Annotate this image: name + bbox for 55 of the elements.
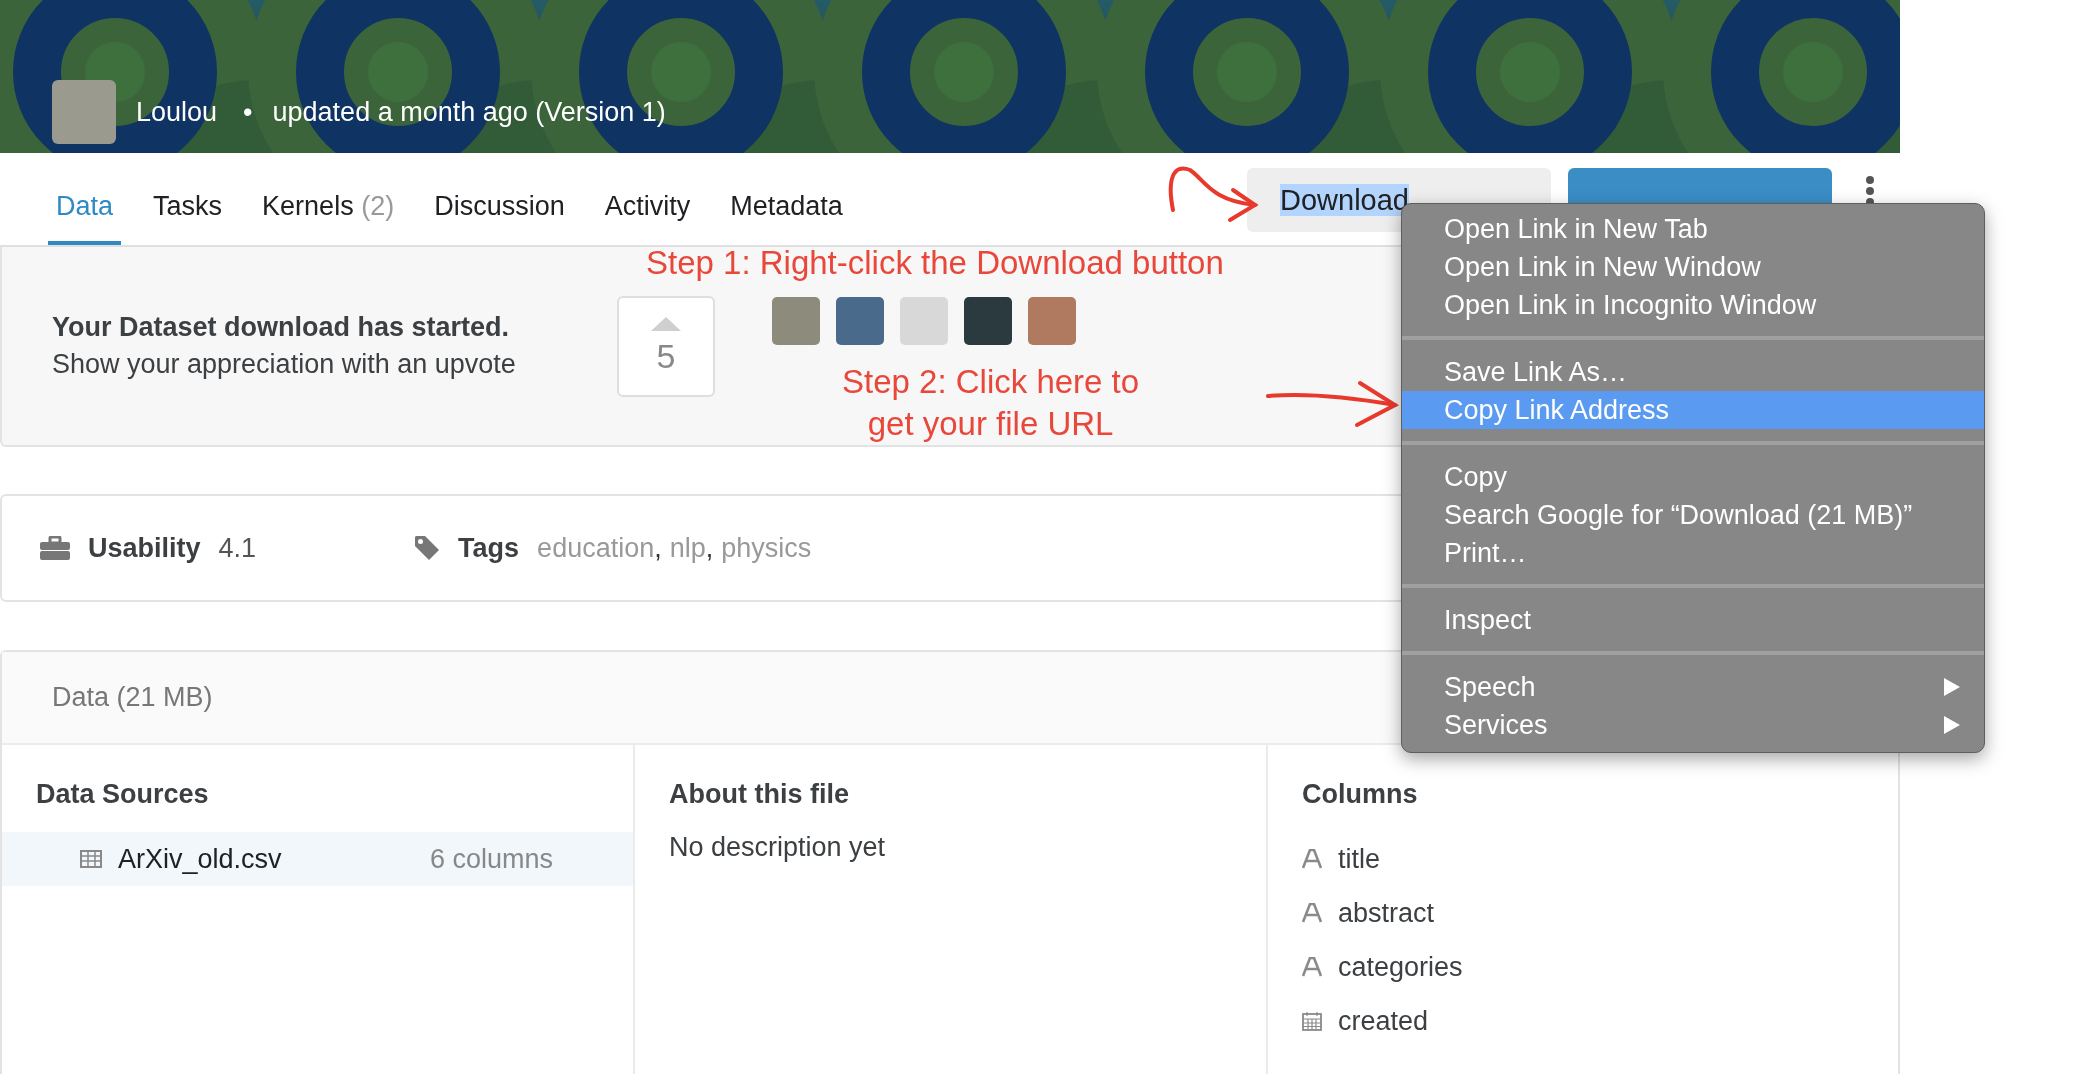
column-name: abstract: [1338, 897, 1435, 929]
description-text: No description yet: [668, 832, 887, 863]
menu-item[interactable]: Open Link in New Window: [1402, 248, 1984, 286]
table-icon: [80, 850, 102, 868]
voter-avatar-photo[interactable]: [964, 297, 1012, 345]
calendar-icon: [1302, 1011, 1322, 1031]
column-name: title: [1338, 843, 1381, 875]
avatar-photo: [52, 80, 116, 144]
file-list-item[interactable]: ArXiv_old.csv 6 columns: [2, 832, 633, 886]
tags-label: Tags: [458, 532, 520, 564]
file-name: ArXiv_old.csv: [118, 843, 283, 875]
download-started-text: Your Dataset download has started.: [52, 312, 511, 343]
menu-item[interactable]: Print…: [1402, 534, 1984, 572]
tab[interactable]: Discussion: [426, 153, 573, 245]
voter-avatar-photo[interactable]: [836, 297, 884, 345]
separator-text: ,: [654, 532, 662, 564]
usability-label: Usability: [88, 532, 201, 564]
toolbox-icon: [40, 536, 70, 560]
column-heading: Columns: [1301, 779, 1419, 810]
text-type-icon: [1302, 903, 1322, 923]
upvote-prompt-text: Show your appreciation with an upvote: [52, 349, 517, 380]
bullet-separator: •: [243, 96, 253, 128]
separator-text: ,: [705, 532, 714, 564]
menu-item[interactable]: Open Link in Incognito Window: [1402, 286, 1984, 324]
column-name: created: [1338, 1005, 1429, 1037]
usability-score: 4.1: [218, 532, 257, 564]
annotation-text: Step 2: Click here to get your file URL: [842, 362, 1140, 444]
voter-avatar-photo[interactable]: [772, 297, 820, 345]
tab[interactable]: Kernels (2): [254, 153, 403, 245]
tab[interactable]: Metadata: [722, 153, 851, 245]
tab[interactable]: Tasks: [145, 153, 231, 245]
upvote-button[interactable]: 5: [617, 295, 715, 397]
upvote-arrow-icon: [651, 316, 681, 331]
tab[interactable]: Activity: [596, 153, 699, 245]
text-type-icon: [1302, 957, 1322, 977]
column-count: 6 columns: [429, 843, 553, 875]
voter-avatar-photo[interactable]: [1028, 297, 1076, 345]
menu-item[interactable]: Copy: [1402, 458, 1984, 496]
author-name[interactable]: Loulou: [136, 96, 218, 128]
menu-item[interactable]: Inspect: [1402, 601, 1984, 639]
more-options-icon[interactable]: [1865, 175, 1875, 205]
text-type-icon: [1302, 849, 1322, 869]
column-heading: About this file: [668, 779, 850, 810]
tag-link[interactable]: physics: [721, 532, 812, 564]
column-heading: Data Sources: [35, 779, 210, 810]
menu-item[interactable]: Save Link As…: [1402, 353, 1984, 391]
tag-icon: [414, 535, 441, 561]
annotation-text: Step 1: Right-click the Download button: [646, 246, 1224, 280]
tag-link[interactable]: nlp: [669, 532, 706, 564]
menu-item[interactable]: Copy Link Address: [1402, 391, 1984, 429]
updated-text: updated a month ago (Version 1): [272, 96, 666, 128]
tag-link[interactable]: education: [537, 532, 655, 564]
voter-avatar-photo[interactable]: [900, 297, 948, 345]
menu-item[interactable]: Search Google for “Download (21 MB)”: [1402, 496, 1984, 534]
column-name: categories: [1338, 951, 1463, 983]
